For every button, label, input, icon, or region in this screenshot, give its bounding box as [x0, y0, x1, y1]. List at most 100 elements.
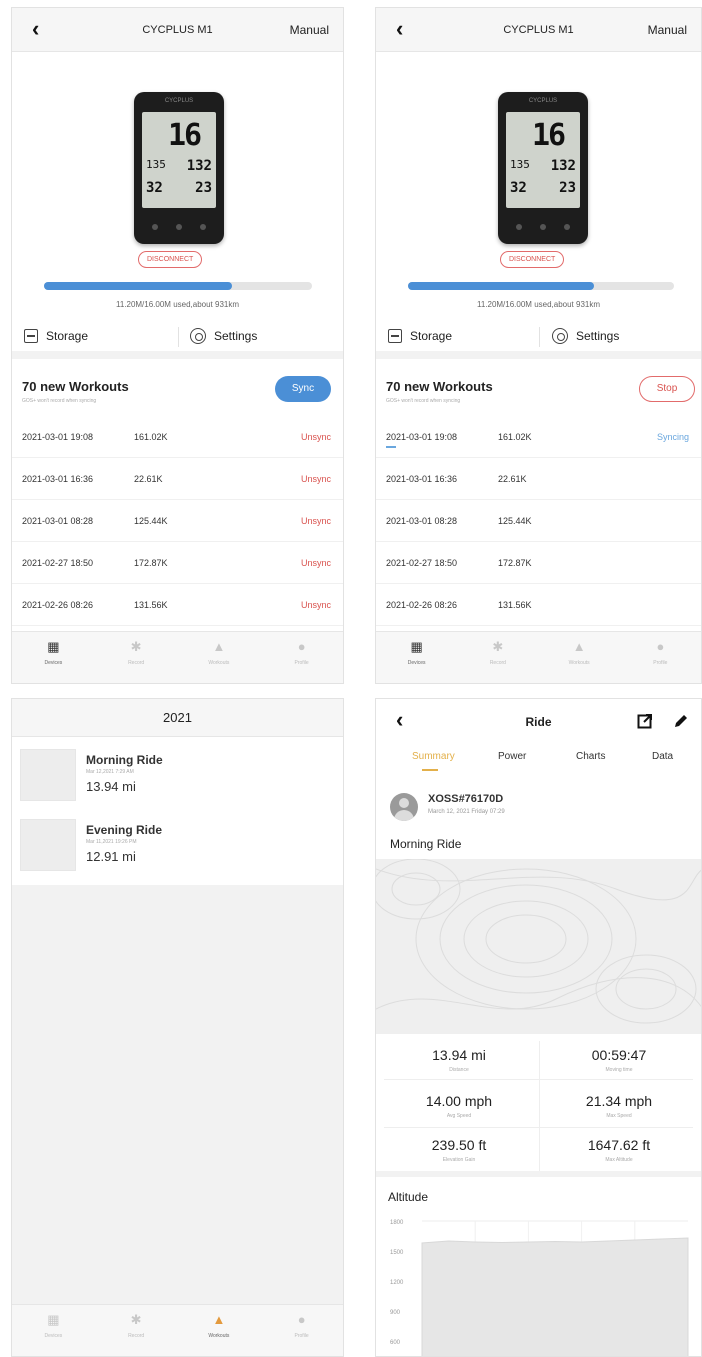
workout-row[interactable]: 2021-03-01 16:36 22.61K	[376, 460, 701, 500]
storage-icon	[24, 329, 38, 343]
tab-workouts[interactable]: ▲ Workouts	[178, 1305, 261, 1356]
profile-icon: ●	[297, 1312, 306, 1327]
stat-max-speed: 21.34 mph Max Speed	[585, 1093, 653, 1119]
gear-icon	[552, 328, 568, 344]
sync-status: Unsync	[300, 558, 331, 568]
altitude-area	[421, 1237, 689, 1356]
tab-profile[interactable]: ● Profile	[260, 1305, 343, 1356]
tab-profile[interactable]: ● Profile	[620, 632, 701, 683]
edit-icon[interactable]	[673, 713, 689, 729]
sync-status: Unsync	[300, 432, 331, 442]
bike-computer-image: CYCPLUS 16 135 132 32 23	[498, 92, 588, 244]
sync-status: Unsync	[300, 516, 331, 526]
new-workouts-title: 70 new Workouts	[22, 379, 129, 394]
storage-progress-bar	[408, 282, 674, 290]
y-tick-label: 600	[390, 1340, 401, 1346]
list-item[interactable]: Evening Ride Mar 11,2021 19:26 PM 12.91 …	[12, 811, 343, 879]
tab-record[interactable]: ✱ Record	[95, 1305, 178, 1356]
share-icon[interactable]	[637, 713, 653, 729]
devices-icon: ▦	[47, 639, 60, 654]
stat-avg-speed: 14.00 mph Avg Speed	[425, 1093, 493, 1119]
map-contours	[376, 859, 701, 1024]
storage-button[interactable]: Storage	[388, 329, 452, 343]
settings-button[interactable]: Settings	[552, 328, 619, 344]
route-thumbnail	[20, 749, 76, 801]
tab-workouts[interactable]: ▲ Workouts	[178, 632, 261, 683]
disconnect-button[interactable]: DISCONNECT	[138, 251, 203, 268]
workouts-icon: ▲	[212, 1312, 226, 1327]
record-icon: ✱	[130, 1312, 142, 1327]
device-screen-syncing: ‹ CYCPLUS M1 Manual CYCPLUS 16 135 132 3…	[375, 7, 702, 684]
tab-charts[interactable]: Charts	[576, 751, 605, 762]
workout-row[interactable]: 2021-03-01 08:28 125.44K Unsync	[12, 502, 343, 542]
storage-used-text: 11.20M/16.00M used,about 931km	[115, 300, 240, 309]
workouts-subtitle: GOS+ won't record when syncing	[386, 398, 461, 404]
workouts-icon: ▲	[572, 639, 586, 654]
bottom-tab-bar: ▦ Devices ✱ Record ▲ Workouts ● Profile	[12, 1304, 343, 1356]
workout-row[interactable]: 2021-02-26 08:26 131.56K	[376, 586, 701, 626]
tab-power[interactable]: Power	[498, 751, 526, 762]
sync-status: Unsync	[300, 474, 331, 484]
ride-detail-screen: ‹ Ride Summary Power Charts Data XOSS#76…	[375, 698, 702, 1357]
workout-row[interactable]: 2021-03-01 16:36 22.61K Unsync	[12, 460, 343, 500]
nav-header: ‹ CYCPLUS M1 Manual	[12, 8, 343, 52]
tab-record[interactable]: ✱ Record	[95, 632, 178, 683]
sync-status: Unsync	[300, 600, 331, 610]
avatar	[390, 793, 418, 821]
workout-row[interactable]: 2021-03-01 19:08 161.02K Unsync	[12, 418, 343, 458]
tab-data[interactable]: Data	[652, 751, 673, 762]
nav-header: ‹ Ride	[376, 699, 701, 743]
list-item[interactable]: Morning Ride Mar 12,2021 7:29 AM 13.94 m…	[12, 741, 343, 809]
workout-row[interactable]: 2021-03-01 08:28 125.44K	[376, 502, 701, 542]
speed-readout: 16	[168, 118, 202, 153]
ride-date: March 12, 2021 Friday 07:29	[428, 809, 505, 815]
disconnect-button[interactable]: DISCONNECT	[500, 251, 565, 268]
stop-button[interactable]: Stop	[639, 376, 695, 402]
tab-devices[interactable]: ▦ Devices	[12, 1305, 95, 1356]
bike-computer-image: CYCPLUS 16 135 132 32 23	[134, 92, 224, 244]
nav-header: ‹ CYCPLUS M1 Manual	[376, 8, 701, 52]
device-screen-unsynced: ‹ CYCPLUS M1 Manual CYCPLUS 16 135 132 3…	[11, 7, 344, 684]
ride-tabs: Summary Power Charts Data	[376, 743, 701, 779]
stat-moving-time: 00:59:47 Moving time	[591, 1047, 647, 1073]
settings-button[interactable]: Settings	[190, 328, 257, 344]
tab-profile[interactable]: ● Profile	[260, 632, 343, 683]
manual-link[interactable]: Manual	[648, 23, 687, 37]
year-header: 2021	[12, 699, 343, 737]
manual-link[interactable]: Manual	[290, 23, 329, 37]
bottom-tab-bar: ▦ Devices ✱ Record ▲ Workouts ● Profile	[376, 631, 701, 683]
storage-progress-bar	[44, 282, 312, 290]
tab-devices[interactable]: ▦ Devices	[12, 632, 95, 683]
profile-icon: ●	[656, 639, 665, 654]
record-icon: ✱	[130, 639, 142, 654]
workout-row[interactable]: 2021-02-27 18:50 172.87K Unsync	[12, 544, 343, 584]
workout-row[interactable]: 2021-02-27 18:50 172.87K	[376, 544, 701, 584]
route-map[interactable]	[376, 859, 701, 1034]
sync-button[interactable]: Sync	[275, 376, 331, 402]
tab-devices[interactable]: ▦ Devices	[376, 632, 457, 683]
y-tick-label: 900	[390, 1310, 401, 1316]
stat-distance: 13.94 mi Distance	[432, 1047, 486, 1073]
workouts-list-screen: 2021 Morning Ride Mar 12,2021 7:29 AM 13…	[11, 698, 344, 1357]
workout-row[interactable]: 2021-03-01 19:08 161.02K Syncing	[376, 418, 701, 458]
devices-icon: ▦	[47, 1312, 60, 1327]
altitude-title: Altitude	[388, 1190, 429, 1204]
profile-icon: ●	[297, 639, 306, 654]
workouts-icon: ▲	[212, 639, 226, 654]
tab-record[interactable]: ✱ Record	[457, 632, 538, 683]
bottom-tab-bar: ▦ Devices ✱ Record ▲ Workouts ● Profile	[12, 631, 343, 683]
storage-icon	[388, 329, 402, 343]
record-icon: ✱	[492, 639, 504, 654]
row-sync-progress	[386, 446, 396, 448]
y-tick-label: 1800	[390, 1220, 404, 1226]
devices-icon: ▦	[410, 639, 423, 654]
tab-summary[interactable]: Summary	[412, 751, 455, 762]
altitude-chart: 1800 1500 1200 900 600	[390, 1220, 689, 1356]
user-name: XOSS#76170D	[428, 793, 504, 805]
ride-name: Morning Ride	[390, 837, 462, 851]
y-tick-label: 1200	[390, 1280, 404, 1286]
storage-button[interactable]: Storage	[24, 329, 88, 343]
stat-max-altitude: 1647.62 ft Max Altitude	[587, 1137, 651, 1163]
workout-row[interactable]: 2021-02-26 08:26 131.56K Unsync	[12, 586, 343, 626]
tab-workouts[interactable]: ▲ Workouts	[539, 632, 620, 683]
